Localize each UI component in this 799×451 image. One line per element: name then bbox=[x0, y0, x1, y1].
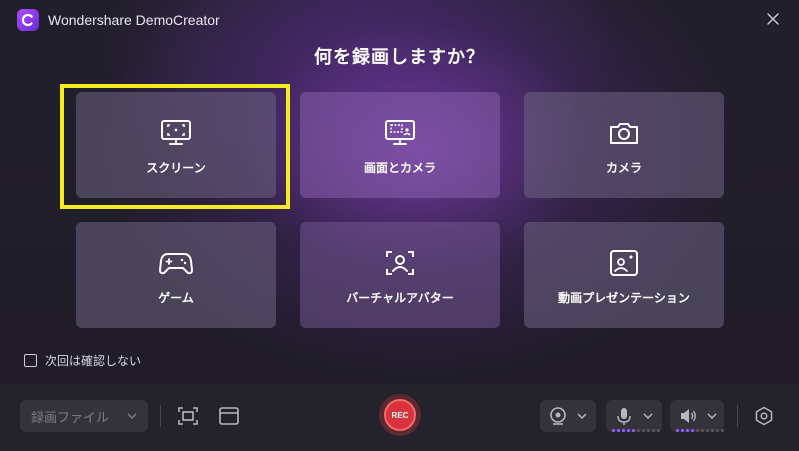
card-label: バーチャルアバター bbox=[346, 291, 454, 305]
divider bbox=[737, 405, 738, 427]
region-icon bbox=[178, 407, 198, 425]
recording-format-select[interactable]: 録画ファイル bbox=[20, 400, 148, 432]
dont-ask-label: 次回は確認しない bbox=[45, 354, 142, 368]
card-camera[interactable]: カメラ bbox=[524, 92, 724, 198]
settings-icon bbox=[755, 406, 773, 426]
record-button[interactable]: REC bbox=[379, 394, 421, 436]
gamepad-icon bbox=[159, 248, 193, 278]
divider bbox=[160, 405, 161, 427]
presentation-icon bbox=[607, 248, 641, 278]
system-audio-toggle[interactable] bbox=[670, 400, 724, 432]
close-icon bbox=[767, 13, 779, 25]
settings-button[interactable] bbox=[752, 404, 776, 428]
record-label: REC bbox=[384, 399, 416, 431]
card-label: 画面とカメラ bbox=[363, 161, 436, 175]
close-button[interactable] bbox=[765, 11, 781, 27]
chevron-down-icon bbox=[707, 413, 717, 420]
card-label: 動画プレゼンテーション bbox=[558, 291, 690, 305]
microphone-icon bbox=[614, 406, 634, 426]
page-title: 何を録画しますか？ bbox=[314, 47, 485, 67]
card-label: ゲーム bbox=[158, 291, 194, 305]
card-label: カメラ bbox=[605, 161, 642, 175]
format-label: 録画ファイル bbox=[31, 409, 110, 425]
region-select-button[interactable] bbox=[176, 404, 200, 428]
chevron-down-icon bbox=[127, 413, 137, 420]
chevron-down-icon bbox=[643, 413, 653, 420]
system-audio-level-meter bbox=[676, 429, 724, 432]
microphone-toggle[interactable] bbox=[606, 400, 662, 432]
dont-ask-checkbox[interactable] bbox=[24, 354, 37, 367]
microphone-level-meter bbox=[612, 429, 660, 432]
title-bar: Wondershare DemoCreator bbox=[0, 0, 799, 40]
webcam-icon bbox=[548, 406, 568, 426]
card-game[interactable]: ゲーム bbox=[76, 222, 276, 328]
camera-icon bbox=[607, 118, 641, 148]
window-select-button[interactable] bbox=[217, 404, 241, 428]
democreator-window: Wondershare DemoCreator 何を録画しますか？ スクリーン bbox=[0, 0, 799, 451]
webcam-toggle[interactable] bbox=[540, 400, 596, 432]
app-title: Wondershare DemoCreator bbox=[48, 12, 220, 28]
card-screen-camera[interactable]: 画面とカメラ bbox=[300, 92, 500, 198]
speaker-icon bbox=[678, 406, 698, 426]
bottom-toolbar: 録画ファイル REC bbox=[0, 384, 799, 451]
screen-camera-icon bbox=[383, 118, 417, 148]
chevron-down-icon bbox=[577, 413, 587, 420]
card-video-presentation[interactable]: 動画プレゼンテーション bbox=[524, 222, 724, 328]
app-logo-icon bbox=[17, 9, 39, 31]
card-label: スクリーン bbox=[146, 161, 206, 175]
avatar-icon bbox=[383, 248, 417, 278]
dont-ask-again[interactable]: 次回は確認しない bbox=[24, 352, 141, 369]
window-icon bbox=[219, 407, 239, 425]
card-virtual-avatar[interactable]: バーチャルアバター bbox=[300, 222, 500, 328]
card-screen[interactable]: スクリーン bbox=[76, 92, 276, 198]
screen-icon bbox=[159, 118, 193, 148]
